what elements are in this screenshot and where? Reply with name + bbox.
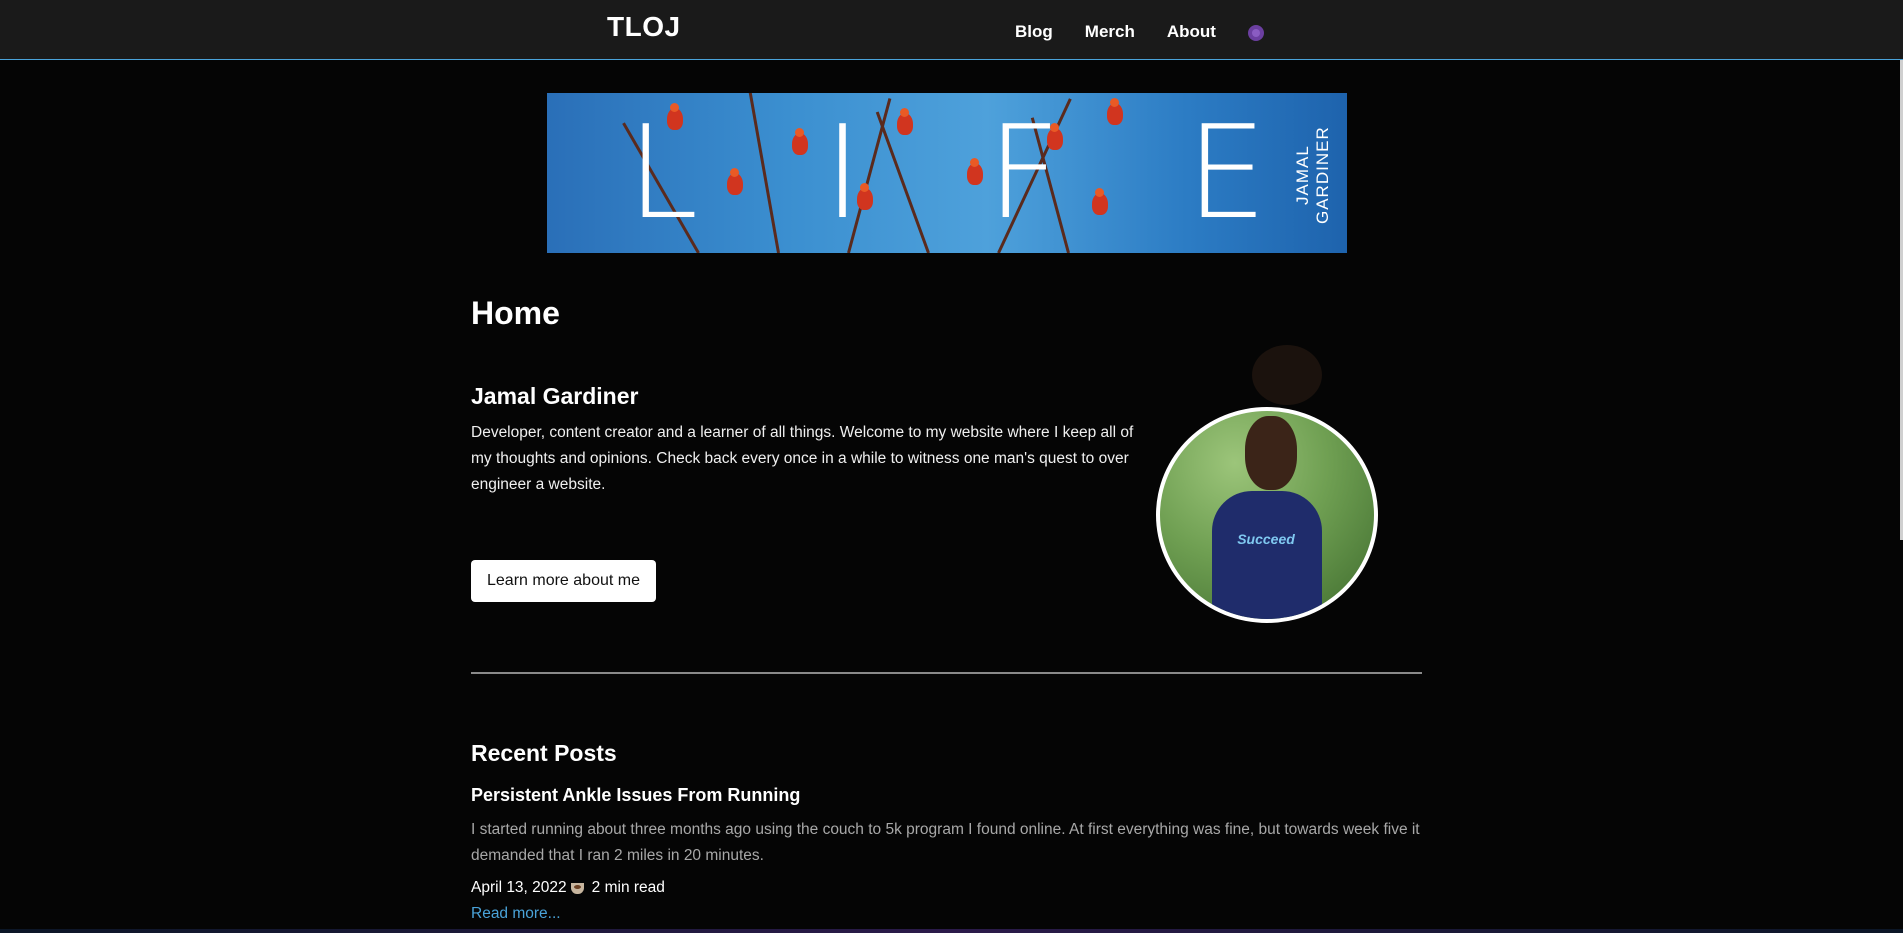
avatar-hair	[1252, 345, 1322, 405]
avatar-photo: Succeed	[1156, 407, 1378, 623]
banner-letter: F	[987, 98, 1061, 248]
banner-letter: I	[823, 98, 862, 248]
recent-posts-heading: Recent Posts	[471, 740, 617, 766]
avatar-shirt-text: Succeed	[1237, 531, 1295, 547]
banner-title: L I F E	[627, 99, 1267, 248]
learn-more-button[interactable]: Learn more about me	[471, 560, 656, 602]
nav-about-link[interactable]: About	[1167, 22, 1216, 42]
post-excerpt: I started running about three months ago…	[471, 821, 1420, 864]
section-divider	[471, 672, 1422, 674]
site-header: TLOJ Blog Merch About	[0, 0, 1903, 60]
site-logo[interactable]: TLOJ	[607, 11, 681, 43]
banner-letter: L	[627, 98, 699, 248]
nav-blog-link[interactable]: Blog	[1015, 22, 1053, 42]
post-date: April 13, 2022	[471, 879, 567, 896]
main-nav: Blog Merch About	[1015, 22, 1264, 42]
theme-toggle-icon[interactable]	[1247, 24, 1264, 41]
avatar-head	[1245, 416, 1297, 490]
avatar: Succeed	[1156, 345, 1378, 623]
avatar-shirt	[1212, 491, 1322, 619]
read-more-link[interactable]: Read more...	[471, 905, 561, 923]
author-bio: Developer, content creator and a learner…	[471, 424, 1134, 493]
post-title[interactable]: Persistent Ankle Issues From Running	[471, 785, 800, 806]
banner-letter: E	[1186, 98, 1267, 248]
page-title: Home	[471, 295, 560, 331]
author-name: Jamal Gardiner	[471, 383, 639, 409]
banner-side-text: JAMAL GARDINER	[1293, 126, 1332, 225]
bottom-glow	[0, 929, 1903, 933]
coffee-icon	[570, 882, 584, 894]
hero-banner: L I F E JAMAL GARDINER	[547, 93, 1347, 253]
post-read-time: 2 min read	[591, 879, 665, 896]
post-meta: April 13, 2022 2 min read	[471, 879, 665, 897]
nav-merch-link[interactable]: Merch	[1085, 22, 1135, 42]
